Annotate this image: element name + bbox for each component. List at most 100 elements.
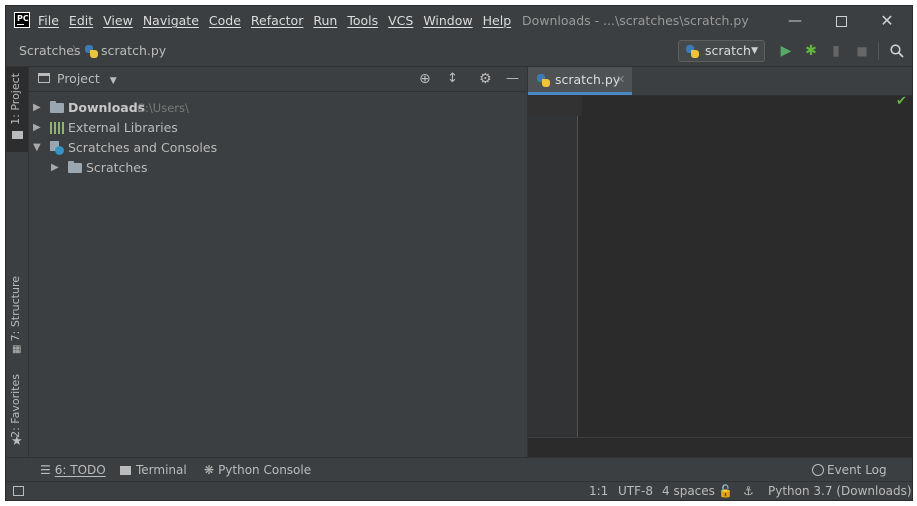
folder-icon — [50, 101, 64, 113]
menu-navigate[interactable]: Navigate — [143, 6, 199, 36]
inspection-ok-icon: ✔ — [896, 94, 907, 109]
menu-code[interactable]: Code — [209, 6, 241, 36]
menu-vcs[interactable]: VCS — [388, 6, 413, 36]
minimize-icon: — — [788, 13, 802, 29]
close-window-button[interactable]: ✕ — [864, 6, 910, 36]
editor-area: scratch.py ✕ ✔ — [527, 67, 912, 458]
tool-event-log[interactable]: Event Log — [812, 458, 887, 482]
editor-tab-bar: scratch.py ✕ — [528, 67, 912, 96]
stop-button[interactable]: ■ — [852, 36, 872, 66]
status-bar: 1:1 UTF-8 4 spaces 🔓 ⚓ Python 3.7 (Downl… — [6, 481, 912, 500]
folder-icon — [68, 161, 82, 173]
hide-panel-button[interactable]: — — [506, 67, 519, 91]
chevron-down-icon: ▼ — [751, 46, 758, 56]
python-config-icon — [686, 45, 699, 58]
menu-run[interactable]: Run — [313, 6, 337, 36]
tool-todo-label: 6: TODO — [54, 463, 106, 477]
bug-icon: ✱ — [805, 43, 817, 59]
run-configuration-label: scratch — [705, 43, 751, 58]
run-button[interactable]: ▶ — [776, 36, 796, 66]
menu-file[interactable]: File — [38, 6, 59, 36]
terminal-icon — [120, 466, 131, 475]
stop-icon: ■ — [856, 44, 868, 58]
tree-row-external-libraries[interactable]: ▶ External Libraries — [29, 118, 526, 138]
project-view-selector[interactable]: Project ▼ — [57, 67, 117, 93]
tool-python-console[interactable]: ❋ Python Console — [204, 458, 311, 482]
library-icon — [50, 122, 64, 134]
star-icon: ★ — [11, 434, 23, 449]
project-settings-button[interactable]: ⚙ — [479, 67, 492, 91]
list-icon: ☰ — [40, 463, 51, 477]
tree-label-downloads: Downloads — [68, 100, 146, 115]
menu-view[interactable]: View — [103, 6, 133, 36]
stripe-tab-structure-label: 7: Structure — [9, 276, 22, 342]
folder-icon — [12, 131, 23, 139]
bottom-tool-bar: ☰ 6: TODO Terminal ❋ Python Console Event … — [6, 457, 912, 482]
run-with-coverage-button[interactable]: ▮ — [826, 36, 846, 66]
editor-gutter — [528, 96, 578, 437]
lock-icon[interactable]: 🔓 — [718, 482, 733, 500]
menu-bar: File Edit View Navigate Code Refactor Ru… — [38, 6, 521, 36]
left-tool-stripe: 1: Project 7: Structure ▦ 2: Favorites ★ — [6, 67, 29, 457]
toolbar-divider — [878, 42, 879, 60]
python-file-icon — [85, 45, 98, 58]
code-text-area[interactable] — [578, 96, 912, 437]
tool-terminal-label: Terminal — [136, 463, 187, 477]
navigation-bar: Scratches 〉 scratch.py scratch ▼ ▶ ✱ ▮ ■ — [6, 36, 912, 67]
run-configuration-select[interactable]: scratch ▼ — [678, 40, 765, 62]
project-panel-header: Project ▼ ⊕ ↕ ⚙ — — [29, 67, 526, 92]
debug-button[interactable]: ✱ — [801, 36, 821, 66]
collapse-all-icon: ↕ — [447, 71, 458, 86]
run-icon: ▶ — [780, 43, 792, 59]
tool-event-log-label: Event Log — [827, 463, 887, 477]
gear-icon: ⚙ — [479, 71, 492, 87]
tree-label-scratches: Scratches — [86, 160, 148, 175]
file-encoding[interactable]: UTF-8 — [618, 482, 653, 500]
coverage-icon: ▮ — [832, 43, 840, 59]
menu-refactor[interactable]: Refactor — [251, 6, 303, 36]
python-file-icon — [537, 74, 550, 87]
expand-arrow-icon: ▶ — [33, 122, 41, 133]
tree-row-scratches-and-consoles[interactable]: ▼ Scratches and Consoles — [29, 138, 526, 158]
stripe-tab-project[interactable]: 1: Project — [6, 67, 28, 152]
structure-icon: ▦ — [12, 344, 22, 355]
menu-window[interactable]: Window — [423, 6, 472, 36]
tool-terminal[interactable]: Terminal — [120, 458, 187, 482]
breadcrumb-file[interactable]: scratch.py — [101, 36, 166, 66]
tool-todo[interactable]: ☰ 6: TODO — [40, 458, 106, 482]
search-everywhere-button[interactable] — [886, 36, 908, 66]
maximize-button[interactable] — [818, 6, 864, 36]
menu-tools[interactable]: Tools — [347, 6, 378, 36]
stripe-tab-favorites-label: 2: Favorites — [9, 374, 22, 438]
caret-position[interactable]: 1:1 — [589, 482, 608, 500]
current-line-highlight — [528, 96, 582, 116]
tool-python-console-label: Python Console — [218, 463, 312, 477]
indent-setting[interactable]: 4 spaces — [662, 482, 715, 500]
project-window-icon — [38, 73, 50, 83]
title-bar: PC File Edit View Navigate Code Refactor… — [6, 6, 912, 36]
expand-arrow-icon: ▶ — [51, 162, 59, 173]
tree-path-hint: C:\Users\ — [137, 101, 189, 115]
chevron-down-icon: ▼ — [109, 76, 117, 86]
locate-file-button[interactable]: ⊕ — [419, 67, 431, 91]
close-tab-icon[interactable]: ✕ — [616, 67, 625, 93]
pycharm-logo-icon: PC — [14, 12, 30, 28]
collapse-arrow-icon: ▼ — [33, 142, 41, 153]
menu-help[interactable]: Help — [483, 6, 512, 36]
breadcrumb-separator-icon: 〉 — [72, 44, 85, 58]
project-view-label: Project — [57, 71, 100, 86]
stripe-tab-favorites[interactable]: 2: Favorites ★ — [6, 370, 28, 455]
stripe-tab-structure[interactable]: 7: Structure ▦ — [6, 272, 28, 357]
tree-row-scratches[interactable]: ▶ Scratches — [29, 158, 526, 178]
collapse-all-button[interactable]: ↕ — [447, 67, 458, 91]
tree-row-downloads[interactable]: ▶ Downloads C:\Users\ — [29, 98, 526, 118]
python-console-icon: ❋ — [204, 463, 215, 477]
minimize-button[interactable]: — — [772, 6, 818, 36]
python-interpreter[interactable]: Python 3.7 (Downloads) — [768, 482, 912, 500]
scratches-icon — [50, 141, 64, 155]
toggle-tool-windows-icon[interactable] — [13, 486, 24, 496]
menu-edit[interactable]: Edit — [69, 6, 93, 36]
inspector-icon[interactable]: ⚓ — [743, 482, 754, 500]
window-title: Downloads - ...\scratches\scratch.py — [522, 13, 749, 28]
editor-tab-scratch-py[interactable]: scratch.py ✕ — [528, 67, 632, 95]
